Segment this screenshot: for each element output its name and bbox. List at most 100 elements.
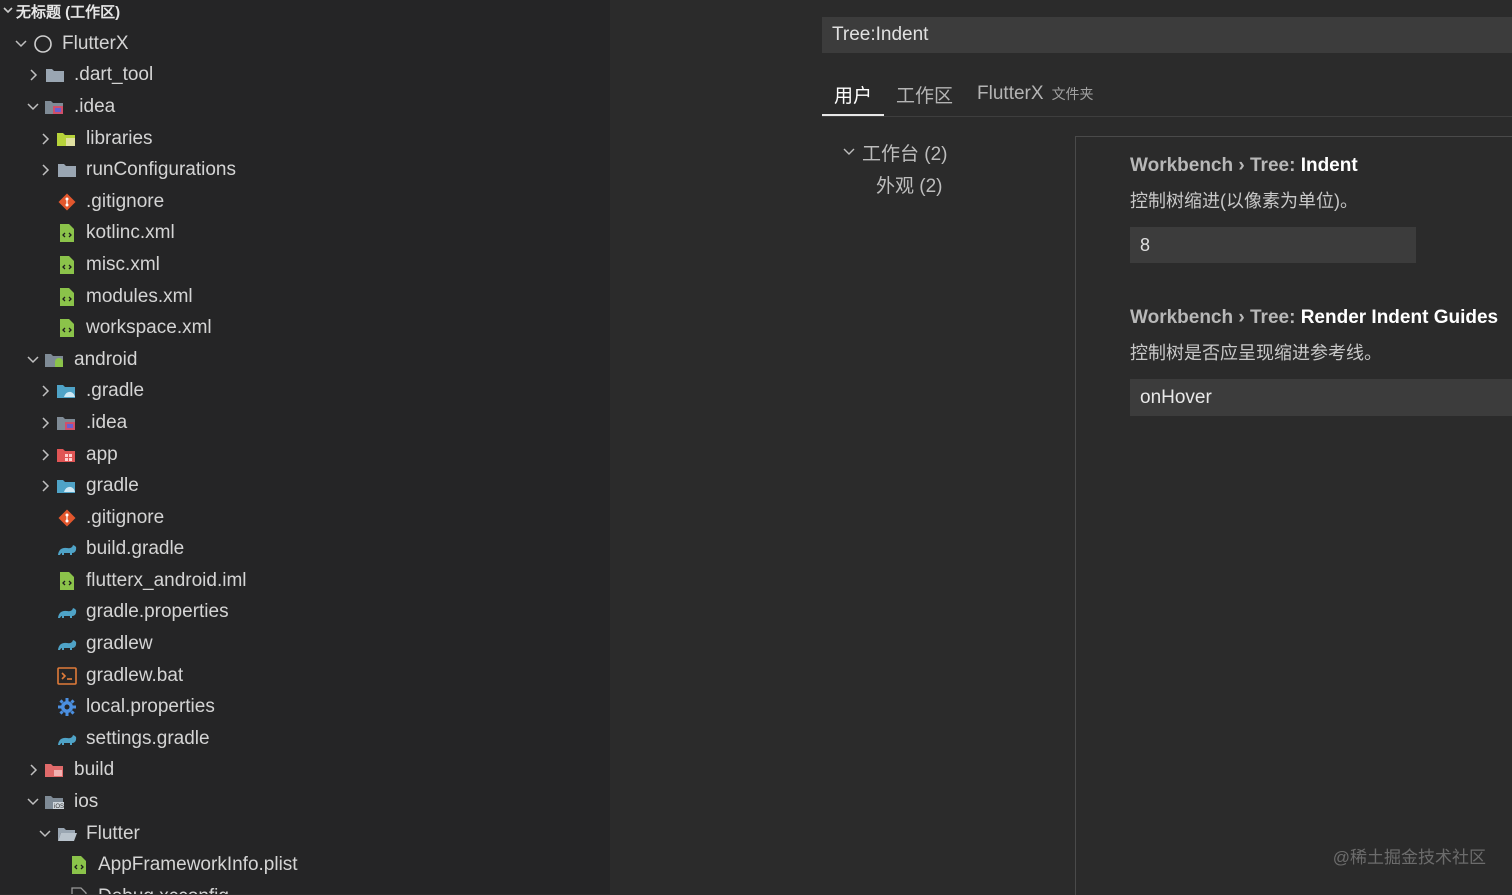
file-icon <box>68 886 90 894</box>
toc-item-label: 工作台 (2) <box>862 143 948 165</box>
tree-item[interactable]: .gradle <box>0 376 610 408</box>
folder-icon <box>44 64 66 86</box>
tree-item-label: .gradle <box>86 380 145 402</box>
chevron-right-icon[interactable] <box>34 444 56 466</box>
tree-item-label: local.properties <box>86 696 215 718</box>
tree-item[interactable]: Flutter <box>0 818 610 850</box>
tree-item[interactable]: flutterx_android.iml <box>0 565 610 597</box>
tree-item-label: settings.gradle <box>86 727 210 749</box>
tree-item[interactable]: runConfigurations <box>0 154 610 186</box>
tab-folder-sub: 文件夹 <box>1051 86 1094 102</box>
editor-gap <box>610 0 822 894</box>
tree-item[interactable]: .gitignore <box>0 186 610 218</box>
tree-item[interactable]: libraries <box>0 123 610 155</box>
tree-item[interactable]: android <box>0 344 610 376</box>
idea-folder-icon <box>44 96 66 118</box>
tree-item[interactable]: .dart_tool <box>0 60 610 92</box>
chevron-down-icon[interactable] <box>22 96 44 118</box>
chevron-right-icon[interactable] <box>22 759 44 781</box>
tree-item-label: gradle.properties <box>86 601 229 623</box>
library-folder-icon <box>56 128 78 150</box>
tree-item-label: libraries <box>86 127 153 149</box>
setting-category: Workbench › Tree: <box>1130 155 1301 176</box>
tree-item-label: build <box>74 759 115 781</box>
tree-item[interactable]: modules.xml <box>0 281 610 313</box>
xml-file-icon <box>68 854 90 876</box>
chevron-right-icon[interactable] <box>34 128 56 150</box>
setting-title: Workbench › Tree: Indent <box>1130 155 1512 177</box>
tree-item[interactable]: FlutterX <box>0 28 610 60</box>
tab-folder-flutterx[interactable]: FlutterX 文件夹 <box>965 74 1106 114</box>
android-folder-icon <box>44 349 66 371</box>
tree-item[interactable]: misc.xml <box>0 249 610 281</box>
chevron-down-icon[interactable] <box>34 823 56 845</box>
indent-number-input[interactable]: 8 <box>1130 227 1416 263</box>
setting-key: Render Indent Guides <box>1300 307 1499 328</box>
tree-item[interactable]: gradle.properties <box>0 597 610 629</box>
chevron-right-icon[interactable] <box>34 159 56 181</box>
chevron-right-icon[interactable] <box>34 380 56 402</box>
chevron-down-icon[interactable] <box>0 1 16 25</box>
git-icon <box>56 191 78 213</box>
gradle-icon <box>56 538 78 560</box>
indent-guides-select[interactable]: onHover <box>1130 379 1512 416</box>
tree-item-label: ios <box>74 791 99 813</box>
tree-item[interactable]: workspace.xml <box>0 312 610 344</box>
tree-item[interactable]: app <box>0 439 610 471</box>
tab-user[interactable]: 用户 <box>822 74 885 116</box>
tab-workspace[interactable]: 工作区 <box>884 74 965 114</box>
chevron-down-icon[interactable] <box>22 349 44 371</box>
toc-item-workbench[interactable]: 工作台 (2) <box>836 136 1066 168</box>
tree-item-label: runConfigurations <box>86 159 236 181</box>
tree-item[interactable]: build.gradle <box>0 534 610 566</box>
chevron-down-icon[interactable] <box>836 144 862 160</box>
gradle-folder-icon <box>56 475 78 497</box>
tree-item[interactable]: .gitignore <box>0 502 610 534</box>
gradle-folder-icon <box>56 380 78 402</box>
workspace-header[interactable]: 无标题 (工作区) <box>0 0 610 26</box>
tree-item[interactable]: gradlew.bat <box>0 660 610 692</box>
tree-item[interactable]: gradlew <box>0 628 610 660</box>
tree-item[interactable]: .idea <box>0 91 610 123</box>
app-folder-icon <box>56 444 78 466</box>
setting-description: 控制树是否应呈现缩进参考线。 <box>1130 343 1382 363</box>
tree-item[interactable]: kotlinc.xml <box>0 218 610 250</box>
chevron-right-icon[interactable] <box>34 412 56 434</box>
chevron-right-icon[interactable] <box>22 64 44 86</box>
xml-file-icon <box>56 254 78 276</box>
tree-item[interactable]: settings.gradle <box>0 723 610 755</box>
gradle-icon <box>56 633 78 655</box>
tree-item[interactable]: Debug.xcconfig <box>0 881 610 894</box>
tree-item-label: FlutterX <box>62 32 129 54</box>
tree-item[interactable]: .idea <box>0 407 610 439</box>
chevron-right-icon[interactable] <box>34 475 56 497</box>
chevron-down-icon[interactable] <box>10 33 32 55</box>
tree-item[interactable]: gradle <box>0 470 610 502</box>
terminal-icon <box>56 665 78 687</box>
watermark: @稀土掘金技术社区 <box>1332 848 1486 867</box>
tree-item[interactable]: build <box>0 755 610 787</box>
tree-item[interactable]: AppFrameworkInfo.plist <box>0 849 610 881</box>
tree-item-label: flutterx_android.iml <box>86 569 247 591</box>
toc-item-appearance[interactable]: 外观 (2) <box>836 168 1066 200</box>
ios-folder-icon: iOS <box>44 791 66 813</box>
setting-title: Workbench › Tree: Render Indent Guides <box>1130 307 1512 329</box>
settings-content: Workbench › Tree: Indent 控制树缩进(以像素为单位)。 … <box>1075 136 1512 895</box>
tree-item-label: gradle <box>86 475 139 497</box>
tree-item[interactable]: iOS ios <box>0 786 610 818</box>
tree-item-label: misc.xml <box>86 253 160 275</box>
settings-search-input[interactable]: Tree:Indent <box>822 17 1512 53</box>
tree-item-label: .idea <box>86 411 128 433</box>
chevron-down-icon[interactable] <box>22 791 44 813</box>
tree-item[interactable]: local.properties <box>0 691 610 723</box>
tree-item-label: gradlew.bat <box>86 664 184 686</box>
gradle-icon <box>56 728 78 750</box>
